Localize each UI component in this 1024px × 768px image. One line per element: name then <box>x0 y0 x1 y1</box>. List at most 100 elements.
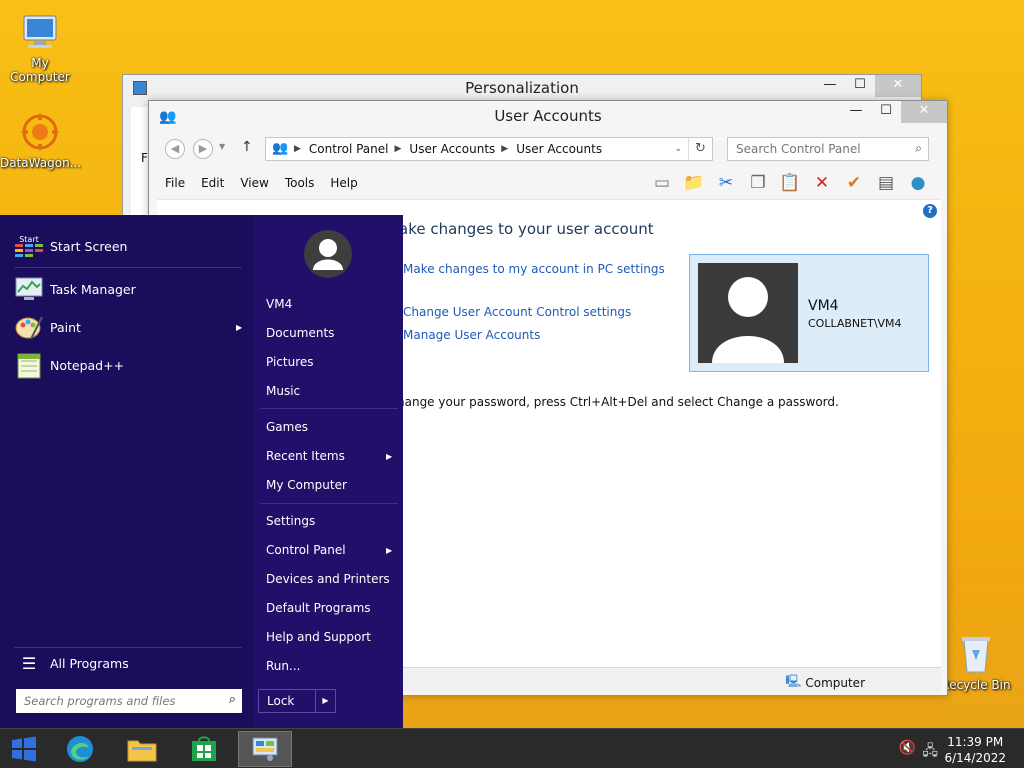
user-domain: COLLABNET\VM4 <box>808 317 902 330</box>
help-icon[interactable]: ? <box>923 204 937 218</box>
paste-icon[interactable]: 📋 <box>777 171 803 195</box>
folder-options-icon[interactable]: 📁 <box>681 171 707 195</box>
paint-submenu-arrow-icon[interactable]: ▶ <box>236 323 242 332</box>
link-uac-settings[interactable]: Change User Account Control settings <box>403 305 631 319</box>
user-account-card: VM4 COLLABNET\VM4 <box>689 254 929 372</box>
desktop-icon-label: My Computer <box>10 56 70 84</box>
up-arrow-icon[interactable]: ↑ <box>241 139 253 155</box>
address-row: ◀ ▶ ▼ ↑ 👥 ▶ Control Panel ▶ User Account… <box>157 135 941 163</box>
start-games[interactable]: Games <box>266 420 308 434</box>
delete-icon[interactable]: ✕ <box>809 171 835 195</box>
close-button[interactable]: ✕ <box>875 75 921 97</box>
properties-icon[interactable]: ▤ <box>873 171 899 195</box>
window-title: Personalization <box>465 79 579 97</box>
breadcrumb-user-accounts[interactable]: User Accounts <box>409 142 495 156</box>
all-programs-item[interactable]: ☰ All Programs <box>14 648 129 678</box>
start-screen-icon: Start <box>14 231 44 261</box>
taskbar-control-panel-button[interactable] <box>238 731 292 767</box>
computer-status-icon: 🖳 <box>785 674 802 688</box>
windows-logo-icon <box>12 736 36 762</box>
refresh-icon[interactable]: ↻ <box>688 138 712 160</box>
start-run[interactable]: Run... <box>266 659 300 673</box>
folder-icon <box>127 740 157 762</box>
clock-time: 11:39 PM <box>947 735 1004 749</box>
taskbar-file-explorer-button[interactable] <box>118 731 166 767</box>
window-title: User Accounts <box>494 107 602 125</box>
desktop-icon-label: Recycle Bin <box>941 678 1011 692</box>
page-heading: ake changes to your user account <box>399 220 654 238</box>
address-dropdown-chevron-icon[interactable]: ⌄ <box>674 144 682 154</box>
search-icon[interactable]: ⌕ <box>915 141 922 156</box>
start-my-computer[interactable]: My Computer <box>266 478 347 492</box>
menu-file[interactable]: File <box>157 176 193 190</box>
start-menu[interactable]: Start Start Screen Task Manager Paint ▶ … <box>0 215 403 728</box>
maximize-button[interactable]: ☐ <box>845 75 875 97</box>
search-input[interactable]: Search Control Panel ⌕ <box>727 137 929 161</box>
link-manage-accounts[interactable]: Manage User Accounts <box>403 328 540 342</box>
start-user-name[interactable]: VM4 <box>266 297 292 311</box>
forward-button[interactable]: ▶ <box>193 139 213 159</box>
recycle-bin-icon <box>954 632 998 676</box>
menu-bar: File Edit View Tools Help ▭ 📁 ✂ ❐ 📋 ✕ ✔ … <box>157 169 941 197</box>
control-panel-icon <box>252 737 278 761</box>
store-icon <box>192 736 216 761</box>
start-menu-right-pane: VM4 Documents Pictures Music Games Recen… <box>254 215 403 728</box>
task-manager-item[interactable]: Task Manager <box>14 274 136 304</box>
paint-icon <box>14 312 44 342</box>
taskbar-edge-button[interactable] <box>56 731 104 767</box>
clock[interactable]: 11:39 PM 6/14/2022 <box>944 734 1006 766</box>
recent-pages-chevron-icon[interactable]: ▼ <box>219 142 225 151</box>
start-settings[interactable]: Settings <box>266 514 315 528</box>
close-button[interactable]: ✕ <box>901 101 947 123</box>
start-pictures[interactable]: Pictures <box>266 355 314 369</box>
paint-item[interactable]: Paint <box>14 312 81 342</box>
power-options-arrow-icon[interactable]: ▶ <box>315 690 335 712</box>
minimize-button[interactable]: — <box>815 75 845 97</box>
user-avatar[interactable] <box>304 230 352 278</box>
user-name: VM4 <box>808 298 839 314</box>
list-icon: ☰ <box>21 653 37 673</box>
start-recent-items[interactable]: Recent Items <box>266 449 345 463</box>
taskbar: 🔇 🖧 11:39 PM 6/14/2022 <box>0 728 1024 768</box>
search-icon[interactable]: ⌕ <box>229 692 236 707</box>
start-music[interactable]: Music <box>266 384 300 398</box>
desktop-icon-recycle-bin[interactable]: Recycle Bin <box>936 632 1016 692</box>
control-panel-submenu-arrow-icon[interactable]: ▶ <box>386 546 392 555</box>
task-manager-icon <box>14 274 44 304</box>
menu-view[interactable]: View <box>232 176 276 190</box>
start-menu-left-pane: Start Start Screen Task Manager Paint ▶ … <box>0 215 254 728</box>
start-control-panel[interactable]: Control Panel <box>266 543 346 557</box>
user-avatar <box>698 263 798 363</box>
notepad-plus-plus-item[interactable]: Notepad++ <box>14 350 124 380</box>
checkmark-icon[interactable]: ✔ <box>841 171 867 195</box>
maximize-button[interactable]: ☐ <box>871 101 901 123</box>
volume-muted-icon[interactable]: 🔇 <box>899 740 916 756</box>
menu-help[interactable]: Help <box>322 176 365 190</box>
status-text: Computer <box>805 675 865 690</box>
taskbar-store-button[interactable] <box>180 731 228 767</box>
start-search-input[interactable]: Search programs and files ⌕ <box>16 689 242 713</box>
cut-icon[interactable]: ✂ <box>713 171 739 195</box>
start-devices-printers[interactable]: Devices and Printers <box>266 572 390 586</box>
breadcrumb-control-panel[interactable]: Control Panel <box>309 142 389 156</box>
back-button[interactable]: ◀ <box>165 139 185 159</box>
recent-items-submenu-arrow-icon[interactable]: ▶ <box>386 452 392 461</box>
minimize-button[interactable]: — <box>841 101 871 123</box>
layout-pane-icon[interactable]: ▭ <box>649 171 675 195</box>
start-button[interactable] <box>0 731 48 767</box>
link-pc-settings[interactable]: Make changes to my account in PC setting… <box>403 262 665 276</box>
desktop-icon-my-computer[interactable]: My Computer <box>0 10 80 84</box>
copy-icon[interactable]: ❐ <box>745 171 771 195</box>
start-screen-item[interactable]: Start Start Screen <box>14 231 127 261</box>
address-bar[interactable]: 👥 ▶ Control Panel ▶ User Accounts ▶ User… <box>265 137 713 161</box>
globe-icon[interactable]: ● <box>905 171 931 195</box>
lock-button[interactable]: Lock ▶ <box>258 689 336 713</box>
desktop-icon-datawagon[interactable]: DataWagon... <box>0 110 81 170</box>
start-help-support[interactable]: Help and Support <box>266 630 371 644</box>
network-icon[interactable]: 🖧 <box>922 740 938 764</box>
start-documents[interactable]: Documents <box>266 326 334 340</box>
menu-edit[interactable]: Edit <box>193 176 232 190</box>
menu-tools[interactable]: Tools <box>277 176 323 190</box>
breadcrumb-user-accounts-current[interactable]: User Accounts <box>516 142 602 156</box>
start-default-programs[interactable]: Default Programs <box>266 601 371 615</box>
